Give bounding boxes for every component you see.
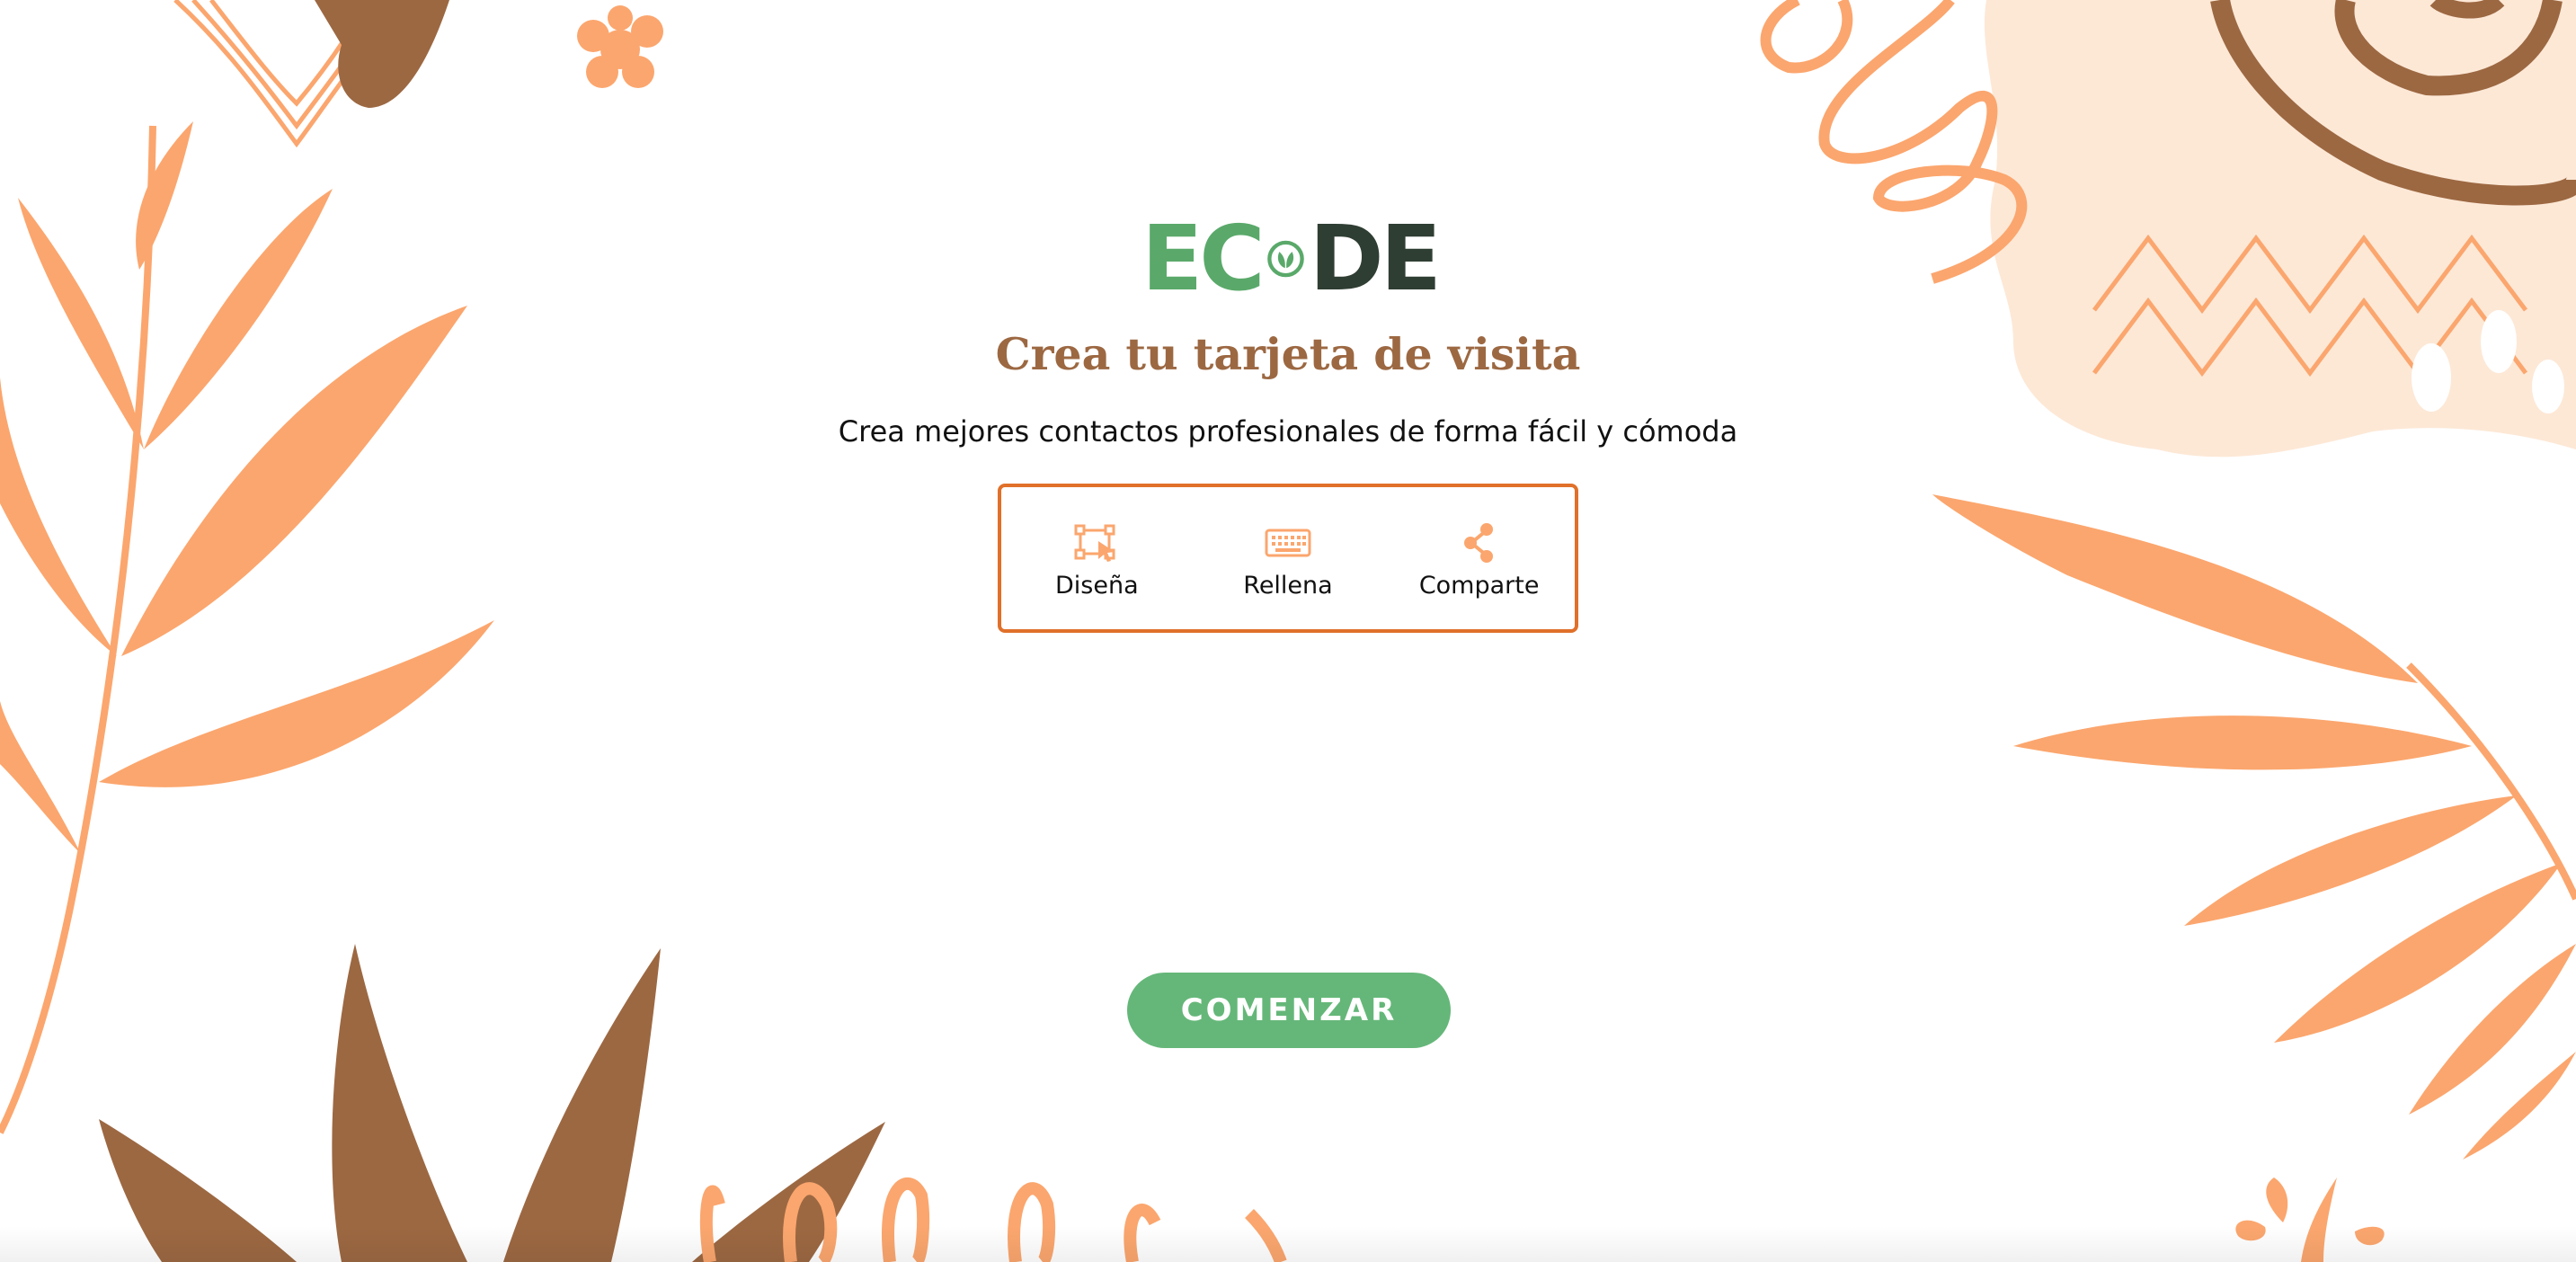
keyboard-icon — [1265, 529, 1311, 556]
step-label-fill: Rellena — [1243, 571, 1333, 600]
main-content: EC DE Crea tu tarjeta de visita Crea mej… — [0, 0, 2576, 1262]
steps-panel: Diseña Rellena Comparte — [998, 484, 1578, 633]
step-label-share: Comparte — [1418, 571, 1540, 600]
ecode-logo: EC DE — [1141, 206, 1442, 311]
leaf-circle-icon — [1266, 240, 1304, 278]
design-frame-icon — [1074, 524, 1115, 562]
step-fill: Rellena — [1198, 518, 1378, 600]
share-icon — [1463, 522, 1493, 563]
logo-text-right: DE — [1309, 206, 1442, 311]
step-share: Comparte — [1390, 518, 1569, 600]
page-subtitle: Crea mejores contactos profesionales de … — [838, 414, 1738, 449]
step-design: Diseña — [1007, 518, 1186, 600]
start-button[interactable]: COMENZAR — [1127, 973, 1451, 1048]
step-label-design: Diseña — [1055, 571, 1139, 600]
logo-text-left: EC — [1141, 206, 1266, 311]
page-title: Crea tu tarjeta de visita — [995, 328, 1581, 380]
